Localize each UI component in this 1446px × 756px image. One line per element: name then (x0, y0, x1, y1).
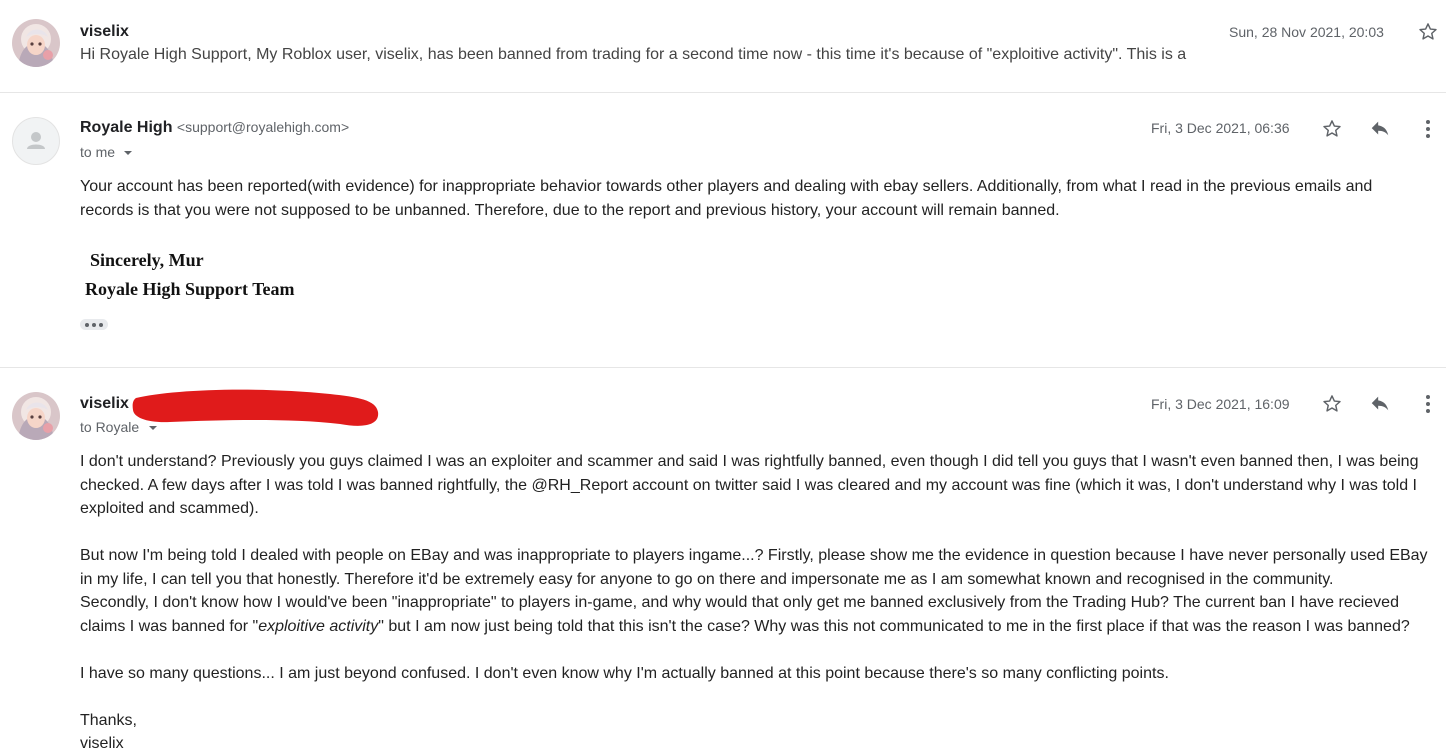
paragraph-spacer (80, 521, 1438, 545)
star-icon[interactable] (1320, 117, 1344, 141)
body-paragraph: But now I'm being told I dealed with peo… (80, 547, 1428, 588)
closing-name: viselix (80, 735, 124, 752)
sender-name[interactable]: viselix (80, 395, 129, 413)
message-date[interactable]: Sun, 28 Nov 2021, 20:03 (1229, 24, 1384, 40)
sender-email: <support@royalehigh.com> (176, 119, 350, 135)
more-vert-icon[interactable] (1416, 392, 1440, 416)
emphasized-text: exploitive activity (258, 617, 379, 635)
caret-down-icon[interactable] (148, 423, 158, 433)
more-vert-icon[interactable] (1416, 117, 1440, 141)
show-trimmed-content-button[interactable] (80, 319, 108, 330)
star-icon[interactable] (1416, 20, 1440, 44)
redaction-mark (130, 388, 382, 437)
reply-icon[interactable] (1368, 117, 1392, 141)
body-paragraph: I have so many questions... I am just be… (80, 664, 1169, 682)
sender-line: Royale High <support@royalehigh.com> (80, 119, 349, 137)
paragraph-spacer (80, 638, 1438, 662)
recipient-line[interactable]: to Royale (80, 419, 158, 437)
recipient-label: to Royale (80, 419, 140, 435)
closing-line: Thanks, (80, 711, 137, 729)
message-snippet[interactable]: Hi Royale High Support, My Roblox user, … (80, 46, 1186, 64)
sender-name[interactable]: Royale High (80, 119, 172, 136)
person-icon (27, 132, 45, 149)
message-body: I don't understand? Previously you guys … (80, 450, 1438, 756)
message-date[interactable]: Fri, 3 Dec 2021, 06:36 (1151, 120, 1290, 136)
avatar-viselix (12, 19, 60, 67)
message-divider (0, 367, 1446, 368)
recipient-label: to me (80, 144, 116, 160)
body-paragraph: Your account has been reported(with evid… (80, 178, 1373, 219)
body-paragraph: Secondly, I don't know how I would've be… (80, 591, 1438, 638)
avatar-viselix (12, 392, 60, 440)
body-paragraph: I don't understand? Previously you guys … (80, 453, 1419, 517)
message-date[interactable]: Fri, 3 Dec 2021, 16:09 (1151, 396, 1290, 412)
caret-down-icon[interactable] (123, 148, 133, 158)
message-divider (0, 92, 1446, 93)
recipient-line[interactable]: to me (80, 144, 133, 162)
reply-icon[interactable] (1368, 392, 1392, 416)
sender-name[interactable]: viselix (80, 23, 129, 41)
signature-line: Sincerely, Mur (90, 250, 204, 270)
signature-line: Royale High Support Team (85, 279, 295, 299)
message-body: Your account has been reported(with evid… (80, 175, 1425, 222)
star-icon[interactable] (1320, 392, 1344, 416)
text-run: " but I am now just being told that this… (378, 617, 1410, 635)
paragraph-spacer (80, 685, 1438, 709)
avatar-default (12, 117, 60, 165)
